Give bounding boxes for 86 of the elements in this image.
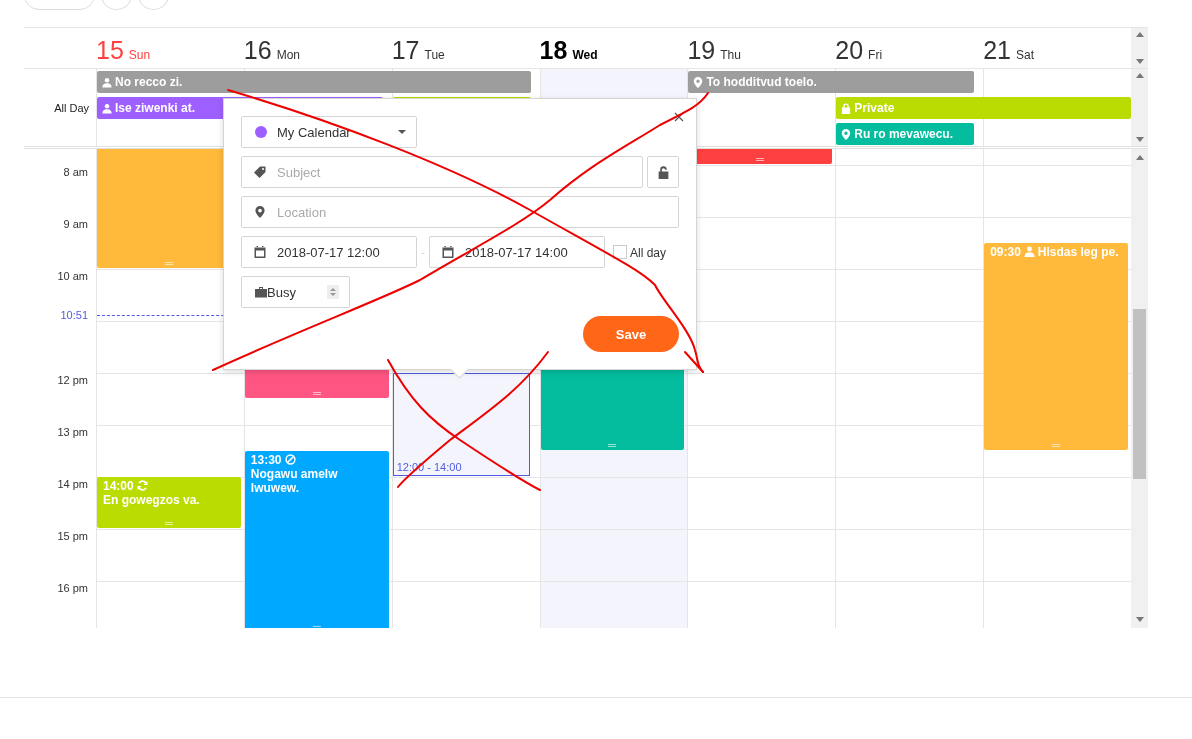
briefcase-icon xyxy=(255,286,267,298)
scroll-up-icon[interactable] xyxy=(1135,32,1144,37)
end-date-field[interactable]: 2018-07-17 14:00 xyxy=(429,236,605,268)
event-title: No recco zi. xyxy=(115,75,183,89)
time-label: 10:51 xyxy=(60,309,88,321)
day-number: 16 xyxy=(243,36,272,65)
start-date-field[interactable]: 2018-07-17 12:00 xyxy=(241,236,417,268)
weekday-label: Mon xyxy=(276,48,300,62)
resize-handle-icon[interactable] xyxy=(312,392,321,396)
time-label: 9 am xyxy=(63,218,88,230)
weekday-label: Wed xyxy=(572,48,598,62)
weekday-label: Tue xyxy=(424,48,445,62)
time-label: 8 am xyxy=(63,166,88,178)
scroll-down-icon[interactable] xyxy=(1135,137,1144,142)
day-number: 18 xyxy=(539,36,568,65)
calendar-icon xyxy=(254,246,266,258)
event-title: Private xyxy=(854,101,895,115)
location-field[interactable]: Location xyxy=(241,196,679,228)
scroll-thumb[interactable] xyxy=(1133,309,1146,479)
scroll-up-icon[interactable] xyxy=(1135,73,1144,78)
resize-handle-icon[interactable] xyxy=(1052,444,1061,448)
unlocked-icon xyxy=(657,165,669,179)
time-label: 14 pm xyxy=(57,478,88,490)
pin-icon xyxy=(254,206,266,218)
resize-handle-icon[interactable] xyxy=(756,158,765,162)
repeat-icon xyxy=(136,480,148,491)
day-number: 17 xyxy=(391,36,420,65)
up-down-icon xyxy=(327,285,339,299)
scroll-down-icon[interactable] xyxy=(1135,617,1144,622)
all-day-event[interactable]: No recco zi. xyxy=(97,71,531,93)
lock-icon xyxy=(841,102,852,114)
event-title: To hodditvud toelo. xyxy=(706,75,817,89)
calendar-dropdown[interactable]: My Calendar xyxy=(241,116,417,148)
time-label: 12 pm xyxy=(57,374,88,386)
pin-icon xyxy=(841,128,852,140)
calendar-icon xyxy=(442,246,454,258)
caret-icon xyxy=(398,130,406,134)
tag-icon xyxy=(254,166,266,178)
all-day-event[interactable]: Ru ro mevawecu. xyxy=(836,123,975,145)
day-number: 15 xyxy=(96,36,124,65)
time-label: 15 pm xyxy=(57,530,88,542)
scrollbar[interactable] xyxy=(1131,149,1148,628)
weekday-label: Sat xyxy=(1015,48,1034,62)
event-time: 13:30 xyxy=(250,453,282,467)
weekday-label: Fri xyxy=(868,48,883,62)
resize-handle-icon[interactable] xyxy=(164,522,173,526)
scroll-down-icon[interactable] xyxy=(1135,59,1144,64)
time-label: 13 pm xyxy=(57,426,88,438)
event-time: 09:30 xyxy=(990,245,1021,259)
all-day-checkbox[interactable] xyxy=(613,245,627,259)
event-title: En gowegzos va. xyxy=(103,493,200,507)
subject-field[interactable]: Subject xyxy=(241,156,643,188)
calendar-event[interactable]: 13:30 Nogawu amelw lwuwew. xyxy=(244,451,389,628)
scroll-up-icon[interactable] xyxy=(1135,155,1144,160)
event-title: Nogawu amelw lwuwew. xyxy=(250,467,339,495)
calendar-event[interactable]: 09:30 Hlsdas leg pe. xyxy=(984,243,1128,450)
resize-handle-icon[interactable] xyxy=(608,444,617,448)
event-title: Ise ziwenki at. xyxy=(115,101,196,115)
person-icon xyxy=(102,76,112,88)
day-number: 20 xyxy=(835,36,864,65)
day-number: 21 xyxy=(983,36,1011,65)
person-icon xyxy=(1023,246,1035,257)
weekday-label: Thu xyxy=(720,48,741,62)
event-time: 14:00 xyxy=(103,479,134,493)
time-label: 10 am xyxy=(57,270,88,282)
scrollbar[interactable] xyxy=(1131,28,1148,68)
prohibited-icon xyxy=(284,454,296,465)
date-separator: - xyxy=(421,246,425,258)
all-day-label: All Day xyxy=(54,101,89,114)
event-title: Hlsdas leg pe. xyxy=(1037,245,1119,259)
state-dropdown[interactable]: Busy xyxy=(241,276,350,308)
close-icon[interactable] xyxy=(674,112,684,122)
event-title: Ru ro mevawecu. xyxy=(854,127,953,141)
all-day-event[interactable]: Private xyxy=(836,97,1131,119)
all-day-label: All day xyxy=(630,246,667,260)
pin-icon xyxy=(693,76,704,88)
person-icon xyxy=(102,102,112,114)
day-number: 19 xyxy=(687,36,716,65)
save-button[interactable]: Save xyxy=(583,316,679,352)
time-label: 16 pm xyxy=(57,582,88,594)
resize-handle-icon[interactable] xyxy=(164,262,173,266)
private-toggle-button[interactable] xyxy=(647,156,679,188)
scrollbar[interactable] xyxy=(1131,69,1148,146)
weekday-label: Sun xyxy=(128,48,151,62)
calendar-event[interactable]: 14:00 En gowegzos va. xyxy=(97,477,241,528)
all-day-event[interactable]: To hodditvud toelo. xyxy=(688,71,975,93)
